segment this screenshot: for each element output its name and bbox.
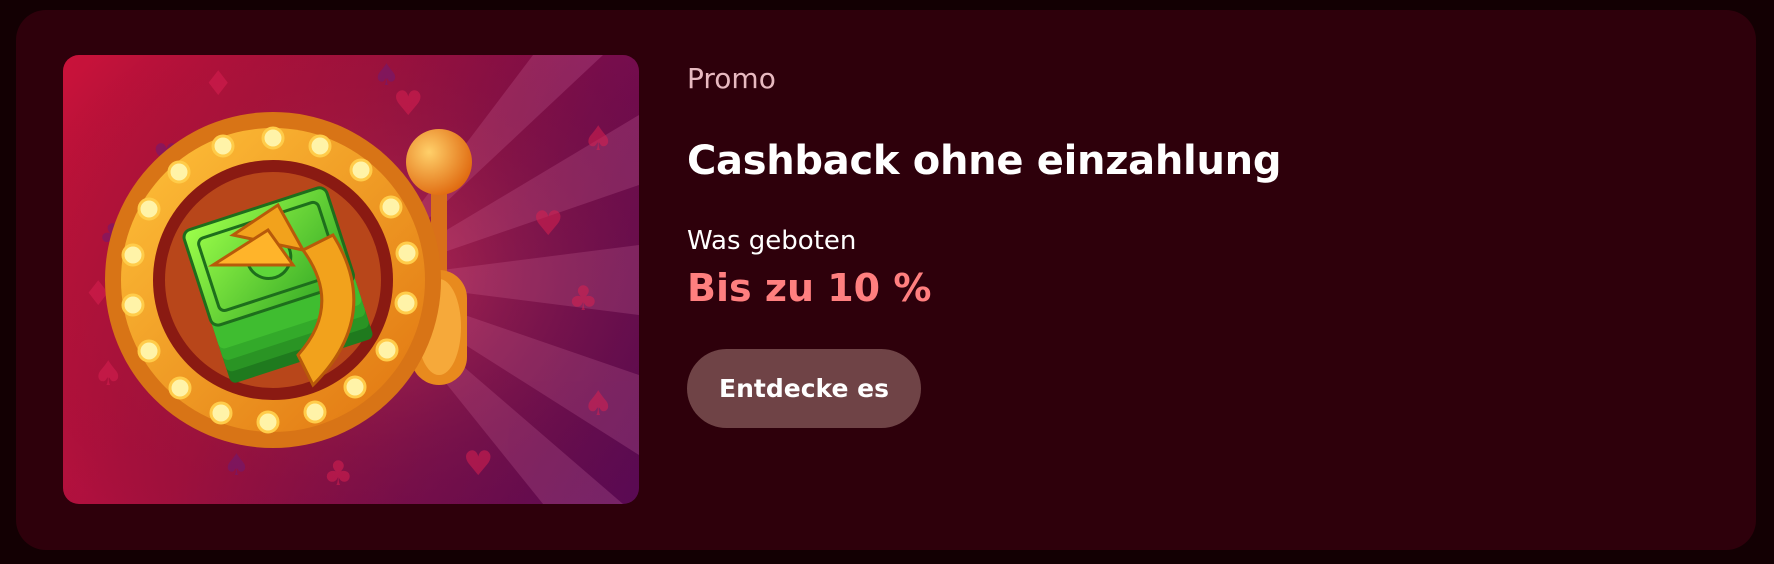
discover-button[interactable]: Entdecke es xyxy=(687,349,921,428)
svg-text:♦: ♦ xyxy=(203,64,233,104)
svg-text:♥: ♥ xyxy=(463,444,493,484)
svg-text:♠: ♠ xyxy=(223,448,250,483)
promo-eyebrow: Promo xyxy=(687,62,776,95)
promo-card: ♠ ♥ ♣ ♠ ♥ ♦ ♠ ♦ ♥ ♣ ♥ ♣ ♠ ♠ xyxy=(16,10,1756,550)
promo-title: Cashback ohne einzahlung xyxy=(687,138,1282,184)
svg-text:♠: ♠ xyxy=(583,384,613,424)
svg-text:♠: ♠ xyxy=(93,354,123,394)
svg-text:♠: ♠ xyxy=(373,58,400,93)
svg-text:♣: ♣ xyxy=(568,279,598,319)
offer-value: Bis zu 10 % xyxy=(687,266,932,310)
svg-text:♠: ♠ xyxy=(583,119,613,159)
slot-machine-cashback-icon: ♠ ♥ ♣ ♠ ♥ ♦ ♠ ♦ ♥ ♣ ♥ ♣ ♠ ♠ xyxy=(63,55,639,504)
svg-text:♣: ♣ xyxy=(323,454,353,494)
svg-text:♥: ♥ xyxy=(533,204,563,244)
promo-image: ♠ ♥ ♣ ♠ ♥ ♦ ♠ ♦ ♥ ♣ ♥ ♣ ♠ ♠ xyxy=(63,55,639,504)
offer-label: Was geboten xyxy=(687,226,857,256)
